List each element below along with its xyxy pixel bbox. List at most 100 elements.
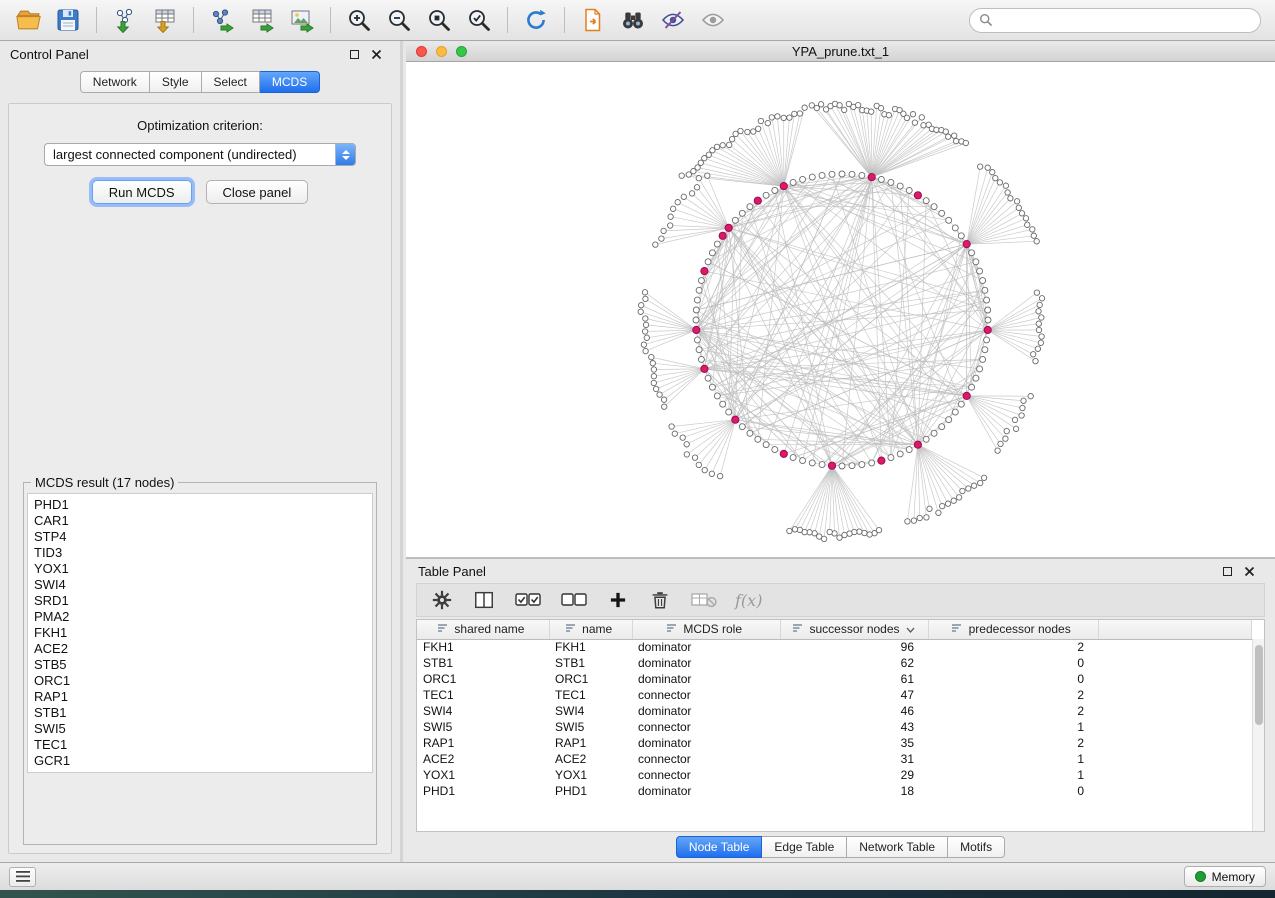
table-cell[interactable]: STB1 xyxy=(549,655,632,671)
table-cell[interactable]: SWI4 xyxy=(549,703,632,719)
table-cell[interactable]: dominator xyxy=(632,671,780,687)
first-neighbors-button[interactable] xyxy=(615,3,651,37)
tab-network[interactable]: Network xyxy=(80,71,150,93)
float-table-panel-icon[interactable] xyxy=(1223,567,1232,576)
column-header-successor-nodes[interactable]: successor nodes xyxy=(780,620,928,639)
table-cell[interactable]: dominator xyxy=(632,639,780,655)
apply-layout-button[interactable] xyxy=(518,3,554,37)
table-cell[interactable]: 61 xyxy=(780,671,928,687)
table-cell[interactable]: PHD1 xyxy=(549,783,632,799)
hide-selected-button[interactable] xyxy=(655,3,691,37)
result-node-item[interactable]: SWI4 xyxy=(34,577,366,593)
zoom-in-button[interactable] xyxy=(341,3,377,37)
table-row[interactable]: ACE2ACE2connector311 xyxy=(417,751,1252,767)
table-cell[interactable]: STB1 xyxy=(417,655,549,671)
minimize-window-icon[interactable] xyxy=(436,46,447,57)
result-node-item[interactable]: STB1 xyxy=(34,705,366,721)
result-node-item[interactable]: YOX1 xyxy=(34,561,366,577)
import-network-button[interactable] xyxy=(107,3,143,37)
table-cell[interactable]: 18 xyxy=(780,783,928,799)
table-cell[interactable]: RAP1 xyxy=(417,735,549,751)
float-panel-icon[interactable] xyxy=(350,50,359,59)
table-cell[interactable]: TEC1 xyxy=(549,687,632,703)
close-window-icon[interactable] xyxy=(416,46,427,57)
open-file-button[interactable] xyxy=(10,3,46,37)
table-cell[interactable]: connector xyxy=(632,767,780,783)
table-row[interactable]: STB1STB1dominator620 xyxy=(417,655,1252,671)
table-row[interactable]: PHD1PHD1dominator180 xyxy=(417,783,1252,799)
table-cell[interactable]: ORC1 xyxy=(549,671,632,687)
close-mcds-panel-button[interactable]: Close panel xyxy=(206,180,309,204)
table-cell[interactable]: dominator xyxy=(632,703,780,719)
result-node-item[interactable]: RAP1 xyxy=(34,689,366,705)
table-cell[interactable]: 2 xyxy=(928,703,1098,719)
result-node-item[interactable]: SRD1 xyxy=(34,593,366,609)
table-cell[interactable]: YOX1 xyxy=(417,767,549,783)
table-cell[interactable]: 0 xyxy=(928,655,1098,671)
optimization-select[interactable]: largest connected component (undirected) xyxy=(44,143,356,166)
column-header-shared-name[interactable]: shared name xyxy=(417,620,549,639)
export-network-button[interactable] xyxy=(204,3,240,37)
column-header-name[interactable]: name xyxy=(549,620,632,639)
memory-button[interactable]: Memory xyxy=(1184,866,1266,887)
function-builder-button[interactable]: f(x) xyxy=(735,591,762,610)
table-scrollbar[interactable] xyxy=(1252,639,1264,831)
table-cell[interactable]: connector xyxy=(632,719,780,735)
table-row[interactable]: TEC1TEC1connector472 xyxy=(417,687,1252,703)
table-cell[interactable]: TEC1 xyxy=(417,687,549,703)
table-cell[interactable]: FKH1 xyxy=(417,639,549,655)
table-cell[interactable]: 1 xyxy=(928,767,1098,783)
result-node-item[interactable]: TEC1 xyxy=(34,737,366,753)
table-cell[interactable]: ACE2 xyxy=(549,751,632,767)
table-cell[interactable]: YOX1 xyxy=(549,767,632,783)
table-cell[interactable]: 2 xyxy=(928,687,1098,703)
table-cell[interactable]: FKH1 xyxy=(549,639,632,655)
column-header-mcds-role[interactable]: MCDS role xyxy=(632,620,780,639)
table-cell[interactable]: 43 xyxy=(780,719,928,735)
table-cell[interactable]: 46 xyxy=(780,703,928,719)
tab-edge-table[interactable]: Edge Table xyxy=(762,836,847,858)
result-node-item[interactable]: TID3 xyxy=(34,545,366,561)
table-cell[interactable]: ACE2 xyxy=(417,751,549,767)
table-row[interactable]: YOX1YOX1connector291 xyxy=(417,767,1252,783)
tab-style[interactable]: Style xyxy=(150,71,202,93)
close-table-panel-icon[interactable] xyxy=(1244,566,1255,577)
tab-motifs[interactable]: Motifs xyxy=(948,836,1005,858)
table-row[interactable]: RAP1RAP1dominator352 xyxy=(417,735,1252,751)
table-cell[interactable]: 1 xyxy=(928,751,1098,767)
unselect-all-button[interactable] xyxy=(559,587,589,613)
table-cell[interactable]: dominator xyxy=(632,655,780,671)
network-canvas[interactable] xyxy=(406,62,1275,557)
table-cell[interactable]: 96 xyxy=(780,639,928,655)
table-cell[interactable]: 62 xyxy=(780,655,928,671)
tab-network-table[interactable]: Network Table xyxy=(847,836,948,858)
run-mcds-button[interactable]: Run MCDS xyxy=(92,180,192,204)
show-all-button[interactable] xyxy=(695,3,731,37)
table-cell[interactable]: PHD1 xyxy=(417,783,549,799)
mcds-result-list[interactable]: PHD1CAR1STP4TID3YOX1SWI4SRD1PMA2FKH1ACE2… xyxy=(27,493,373,773)
table-cell[interactable]: connector xyxy=(632,687,780,703)
table-cell[interactable]: ORC1 xyxy=(417,671,549,687)
table-cell[interactable]: RAP1 xyxy=(549,735,632,751)
result-node-item[interactable]: STP4 xyxy=(34,529,366,545)
table-settings-button[interactable] xyxy=(429,587,455,613)
tab-select[interactable]: Select xyxy=(202,71,260,93)
create-column-button[interactable] xyxy=(605,587,631,613)
network-graph[interactable] xyxy=(406,62,1275,557)
result-node-item[interactable]: STB5 xyxy=(34,657,366,673)
export-table-button[interactable] xyxy=(244,3,280,37)
zoom-fit-button[interactable] xyxy=(421,3,457,37)
table-cell[interactable]: dominator xyxy=(632,735,780,751)
tab-node-table[interactable]: Node Table xyxy=(676,836,763,858)
delete-table-button[interactable] xyxy=(689,587,719,613)
search-input[interactable] xyxy=(999,13,1251,28)
network-share-button[interactable] xyxy=(575,3,611,37)
maximize-window-icon[interactable] xyxy=(456,46,467,57)
result-node-item[interactable]: FKH1 xyxy=(34,625,366,641)
table-cell[interactable]: 2 xyxy=(928,639,1098,655)
table-cell[interactable]: 35 xyxy=(780,735,928,751)
table-cell[interactable]: SWI5 xyxy=(417,719,549,735)
result-node-item[interactable]: CAR1 xyxy=(34,513,366,529)
delete-column-button[interactable] xyxy=(647,587,673,613)
tab-mcds[interactable]: MCDS xyxy=(260,71,320,93)
